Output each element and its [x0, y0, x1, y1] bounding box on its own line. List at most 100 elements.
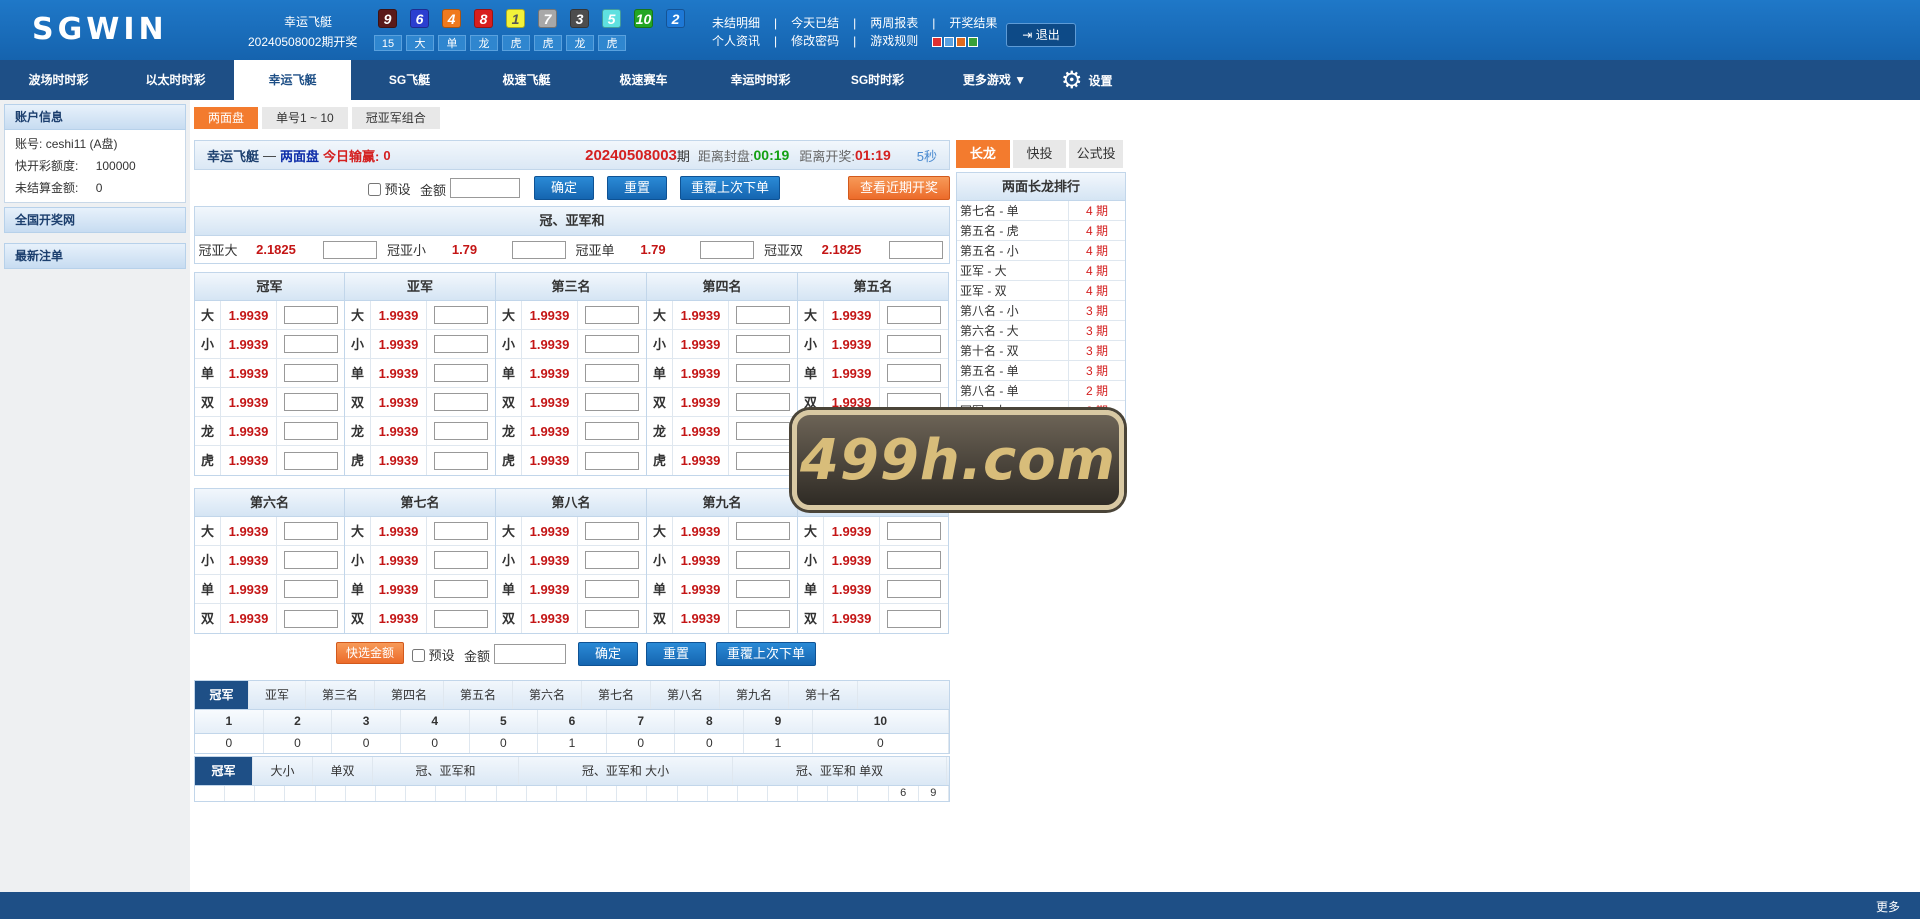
bet-odds[interactable]: 1.9939	[824, 301, 880, 329]
bet-odds[interactable]: 1.9939	[221, 359, 277, 387]
bet-amount-input[interactable]	[283, 609, 338, 628]
nav-tab[interactable]: 波场时时彩	[0, 60, 117, 100]
bet-amount-input[interactable]	[887, 364, 941, 382]
bet-odds[interactable]: 1.9939	[371, 417, 427, 445]
right-tab[interactable]: 快投	[1012, 140, 1067, 168]
bet-amount-input[interactable]	[585, 306, 639, 324]
bet-odds[interactable]: 1.9939	[824, 359, 880, 387]
bet-odds[interactable]: 1.9939	[221, 546, 277, 574]
bet-amount-input[interactable]	[434, 451, 488, 470]
confirm-button-bottom[interactable]: 确定	[578, 642, 638, 666]
bet-odds[interactable]: 1.9939	[522, 301, 578, 329]
stat-tab[interactable]: 第九名	[720, 681, 789, 709]
bet-odds[interactable]: 1.9939	[371, 546, 427, 574]
stat-tab[interactable]: 第三名	[306, 681, 375, 709]
bet-odds[interactable]: 1.9939	[371, 301, 427, 329]
bet-amount-input[interactable]	[585, 551, 639, 569]
theme-swatch[interactable]	[944, 37, 955, 47]
stat-tab[interactable]: 亚军	[249, 681, 306, 709]
bet-amount-input[interactable]	[283, 580, 338, 598]
amount-input[interactable]	[450, 178, 520, 198]
right-tab[interactable]: 公式投	[1069, 140, 1124, 168]
bet-odds[interactable]: 1.9939	[673, 359, 729, 387]
bet-amount-input[interactable]	[434, 551, 488, 569]
bet-amount-input[interactable]	[736, 580, 790, 598]
bet-odds[interactable]: 1.9939	[673, 330, 729, 358]
bet-odds[interactable]: 1.9939	[522, 517, 578, 545]
bet-amount-input[interactable]	[434, 422, 488, 440]
preset-checkbox[interactable]: 预设	[368, 179, 411, 198]
preset-checkbox-bottom[interactable]: 预设	[412, 645, 455, 664]
bet-amount-input[interactable]	[585, 580, 639, 598]
bet-amount-input[interactable]	[585, 364, 639, 382]
nav-tab[interactable]: 极速赛车	[585, 60, 702, 100]
more-link[interactable]: 更多	[1876, 898, 1900, 915]
top-link[interactable]: 游戏规则	[870, 32, 918, 50]
amount-input-bottom[interactable]	[494, 644, 566, 664]
logout-button[interactable]: ⇥ 退出	[1006, 23, 1076, 47]
bet-odds[interactable]: 1.9939	[221, 417, 277, 445]
stat-tab-2[interactable]: 冠、亚军和	[373, 757, 519, 785]
combo-odds[interactable]: 2.1825	[807, 242, 877, 257]
bet-amount-input[interactable]	[887, 393, 941, 411]
bet-odds[interactable]: 1.9939	[673, 417, 729, 445]
stat-tab[interactable]: 第十名	[789, 681, 858, 709]
top-link[interactable]: 开奖结果	[949, 14, 997, 32]
bet-amount-input[interactable]	[585, 422, 639, 440]
nav-tab[interactable]: 以太时时彩	[117, 60, 234, 100]
bet-odds[interactable]: 1.9939	[221, 604, 277, 633]
bet-amount-input[interactable]	[283, 522, 338, 540]
bet-odds[interactable]: 1.9939	[673, 517, 729, 545]
bet-odds[interactable]: 1.9939	[221, 388, 277, 416]
stat-tab[interactable]: 第五名	[444, 681, 513, 709]
bet-amount-input[interactable]	[585, 335, 639, 353]
bet-amount-input[interactable]	[736, 551, 790, 569]
bet-odds[interactable]: 1.9939	[371, 388, 427, 416]
right-tab[interactable]: 长龙	[956, 140, 1010, 168]
stat-tab-2[interactable]: 单双	[313, 757, 373, 785]
nav-tab[interactable]: SG时时彩	[819, 60, 936, 100]
bet-amount-input[interactable]	[434, 580, 488, 598]
bet-amount-input[interactable]	[887, 335, 941, 353]
theme-swatch[interactable]	[956, 37, 967, 47]
top-link[interactable]: 今天已结	[791, 14, 839, 32]
bet-odds[interactable]: 1.9939	[673, 446, 729, 475]
bet-amount-input[interactable]	[283, 551, 338, 569]
bet-amount-input[interactable]	[736, 422, 790, 440]
subtab[interactable]: 单号1 ~ 10	[262, 107, 348, 129]
bet-odds[interactable]: 1.9939	[221, 301, 277, 329]
bet-odds[interactable]: 1.9939	[673, 301, 729, 329]
bet-odds[interactable]: 1.9939	[371, 575, 427, 603]
national-draw-panel[interactable]: 全国开奖网	[4, 207, 186, 233]
bet-amount-input[interactable]	[585, 609, 639, 628]
nav-tab[interactable]: 极速飞艇	[468, 60, 585, 100]
bet-amount-input[interactable]	[736, 451, 790, 470]
bet-odds[interactable]: 1.9939	[371, 330, 427, 358]
bet-odds[interactable]: 1.9939	[673, 575, 729, 603]
bet-amount-input[interactable]	[585, 393, 639, 411]
combo-amount-input[interactable]	[700, 240, 754, 259]
redo-last-bet-button[interactable]: 重覆上次下单	[680, 176, 780, 200]
view-recent-draws-button[interactable]: 查看近期开奖	[848, 176, 950, 200]
stat-tab-2[interactable]: 冠、亚军和 大小	[519, 757, 733, 785]
bet-amount-input[interactable]	[283, 335, 338, 353]
bet-amount-input[interactable]	[736, 609, 790, 628]
redo-last-bet-button-bottom[interactable]: 重覆上次下单	[716, 642, 816, 666]
theme-swatch[interactable]	[968, 37, 979, 47]
nav-tab[interactable]: 更多游戏 ▼	[936, 60, 1053, 100]
bet-amount-input[interactable]	[585, 522, 639, 540]
bet-odds[interactable]: 1.9939	[371, 517, 427, 545]
bet-odds[interactable]: 1.9939	[221, 575, 277, 603]
combo-odds[interactable]: 1.79	[618, 242, 688, 257]
bet-odds[interactable]: 1.9939	[522, 546, 578, 574]
quick-select-amount-button[interactable]: 快选金额	[336, 642, 404, 664]
nav-tab[interactable]: 幸运飞艇	[234, 60, 351, 100]
bet-odds[interactable]: 1.9939	[522, 359, 578, 387]
stat-tab-2[interactable]: 冠、亚军和 单双	[733, 757, 947, 785]
bet-odds[interactable]: 1.9939	[522, 417, 578, 445]
bet-odds[interactable]: 1.9939	[522, 446, 578, 475]
bet-amount-input[interactable]	[736, 522, 790, 540]
bet-odds[interactable]: 1.9939	[371, 604, 427, 633]
nav-tab[interactable]: SG飞艇	[351, 60, 468, 100]
bet-amount-input[interactable]	[283, 306, 338, 324]
